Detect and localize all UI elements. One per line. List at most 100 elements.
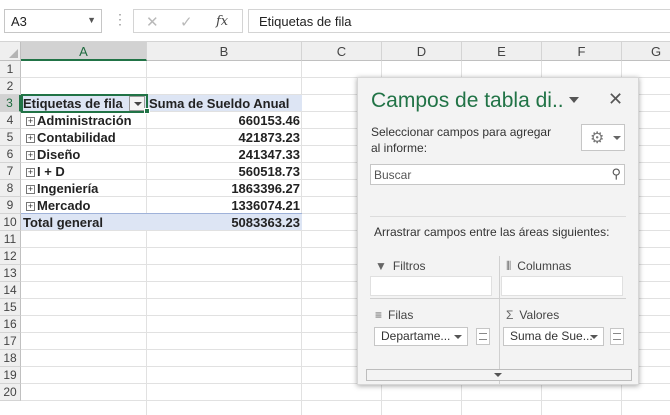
active-cell-border [21,94,148,113]
search-field[interactable]: ⚲ [370,164,625,185]
row-header-2[interactable]: 2 [0,78,21,95]
column-header-f[interactable]: F [542,42,622,61]
row-header-17[interactable]: 17 [0,333,21,350]
pivot-total-value[interactable]: 5083363.23 [147,214,302,231]
filters-area[interactable]: ▼ Filtros [370,256,492,296]
row-header-4[interactable]: 4 [0,112,21,129]
pivot-row-value[interactable]: 1863396.27 [147,180,302,197]
pivot-row-value[interactable]: 660153.46 [147,112,302,129]
column-header-g[interactable]: G [622,42,670,61]
column-header-d[interactable]: D [382,42,462,61]
name-box[interactable]: A3 ▼ [4,9,102,33]
chevron-down-icon[interactable]: ▼ [87,15,96,25]
search-input[interactable] [371,165,596,184]
panel-subtitle: Seleccionar campos para agregar al infor… [371,125,552,155]
filters-area-label: Filtros [392,259,426,273]
row-header-13[interactable]: 13 [0,265,21,282]
chevron-down-icon [613,136,621,140]
row-header-10[interactable]: 10 [0,214,21,231]
expand-icon[interactable]: + [26,134,35,143]
columns-drop-zone[interactable] [501,276,623,296]
tools-button[interactable]: ⚙ [581,124,625,151]
row-header-8[interactable]: 8 [0,180,21,197]
pivot-row-item[interactable]: + Administración [21,112,147,129]
pivot-row-item[interactable]: + Mercado [21,197,147,214]
pivot-field-list-panel: Campos de tabla di.. ✕ Seleccionar campo… [357,77,639,385]
row-header-18[interactable]: 18 [0,350,21,367]
divider [370,216,626,217]
row-header-3[interactable]: 3 [0,95,21,112]
pivot-row-item[interactable]: + I + D [21,163,147,180]
rows-area[interactable]: ≡ Filas [370,305,492,325]
row-header-11[interactable]: 11 [0,231,21,248]
rows-field-label: Departame... [381,329,451,343]
column-header-e[interactable]: E [462,42,542,61]
pivot-row-item[interactable]: + Diseño [21,146,147,163]
row-header-12[interactable]: 12 [0,248,21,265]
select-all-corner[interactable] [0,42,21,61]
pivot-row-value[interactable]: 560518.73 [147,163,302,180]
columns-area[interactable]: ⦀ Columnas [501,256,623,296]
row-header-7[interactable]: 7 [0,163,21,180]
pivot-row-label: Diseño [37,147,81,162]
grid-line [21,400,670,401]
area-divider [370,298,626,299]
expand-icon[interactable]: + [26,151,35,160]
function-icon[interactable]: fx [216,14,228,29]
pivot-row-label: Ingeniería [37,181,99,196]
row-header-20[interactable]: 20 [0,384,21,401]
rows-area-label: Filas [388,308,414,322]
check-icon[interactable]: ✓ [180,13,193,31]
pivot-row-label: Administración [37,113,132,128]
pivot-row-item[interactable]: + Contabilidad [21,129,147,146]
rows-icon: ≡ [375,308,383,322]
formula-content: Etiquetas de fila [259,14,352,29]
row-header-5[interactable]: 5 [0,129,21,146]
column-header-b[interactable]: B [147,42,302,61]
pivot-row-label: Contabilidad [37,130,116,145]
pivot-row-value[interactable]: 1336074.21 [147,197,302,214]
pivot-total-label[interactable]: Total general [23,214,145,231]
columns-area-label: Columnas [517,259,572,273]
row-header-14[interactable]: 14 [0,282,21,299]
pivot-row-value[interactable]: 421873.23 [147,129,302,146]
column-header-c[interactable]: C [302,42,382,61]
expand-icon[interactable]: + [26,202,35,211]
rows-field-reorder[interactable] [476,328,490,345]
row-header-15[interactable]: 15 [0,299,21,316]
sigma-icon: Σ [506,308,514,322]
pivot-row-item[interactable]: + Ingeniería [21,180,147,197]
values-area-label: Valores [519,308,560,322]
filters-drop-zone[interactable] [370,276,492,296]
row-header-1[interactable]: 1 [0,61,21,78]
filter-icon: ▼ [375,259,387,273]
close-icon[interactable]: ✕ [146,13,159,31]
pivot-row-value[interactable]: 241347.33 [147,146,302,163]
formula-buttons: ✕ ✓ fx [133,9,243,33]
drag-instructions: Arrastrar campos entre las áreas siguien… [374,225,610,239]
row-header-16[interactable]: 16 [0,316,21,333]
expand-icon[interactable]: + [26,185,35,194]
panel-resize-handle[interactable] [366,369,632,381]
column-header-a[interactable]: A [21,42,147,61]
row-header-9[interactable]: 9 [0,197,21,214]
rows-field-pill[interactable]: Departame... [374,327,468,346]
expand-icon[interactable]: + [26,168,35,177]
row-header-6[interactable]: 6 [0,146,21,163]
fill-handle[interactable] [144,108,150,114]
name-box-value: A3 [11,14,27,29]
panel-menu-chevron-icon[interactable] [569,97,579,103]
close-icon[interactable]: ✕ [608,89,623,110]
values-area[interactable]: Σ Valores [501,305,623,325]
pivot-value-header[interactable]: Suma de Sueldo Anual [149,95,300,112]
chevron-down-icon[interactable] [590,335,598,339]
values-field-pill[interactable]: Suma de Sue... [503,327,604,346]
pivot-row-label: I + D [37,164,65,179]
chevron-down-icon[interactable] [454,335,462,339]
expand-icon[interactable]: + [26,117,35,126]
more-options-icon[interactable]: ⋮ [113,11,127,28]
search-icon[interactable]: ⚲ [611,166,621,182]
values-field-reorder[interactable] [610,328,624,345]
formula-input[interactable]: Etiquetas de fila [248,9,670,33]
row-header-19[interactable]: 19 [0,367,21,384]
